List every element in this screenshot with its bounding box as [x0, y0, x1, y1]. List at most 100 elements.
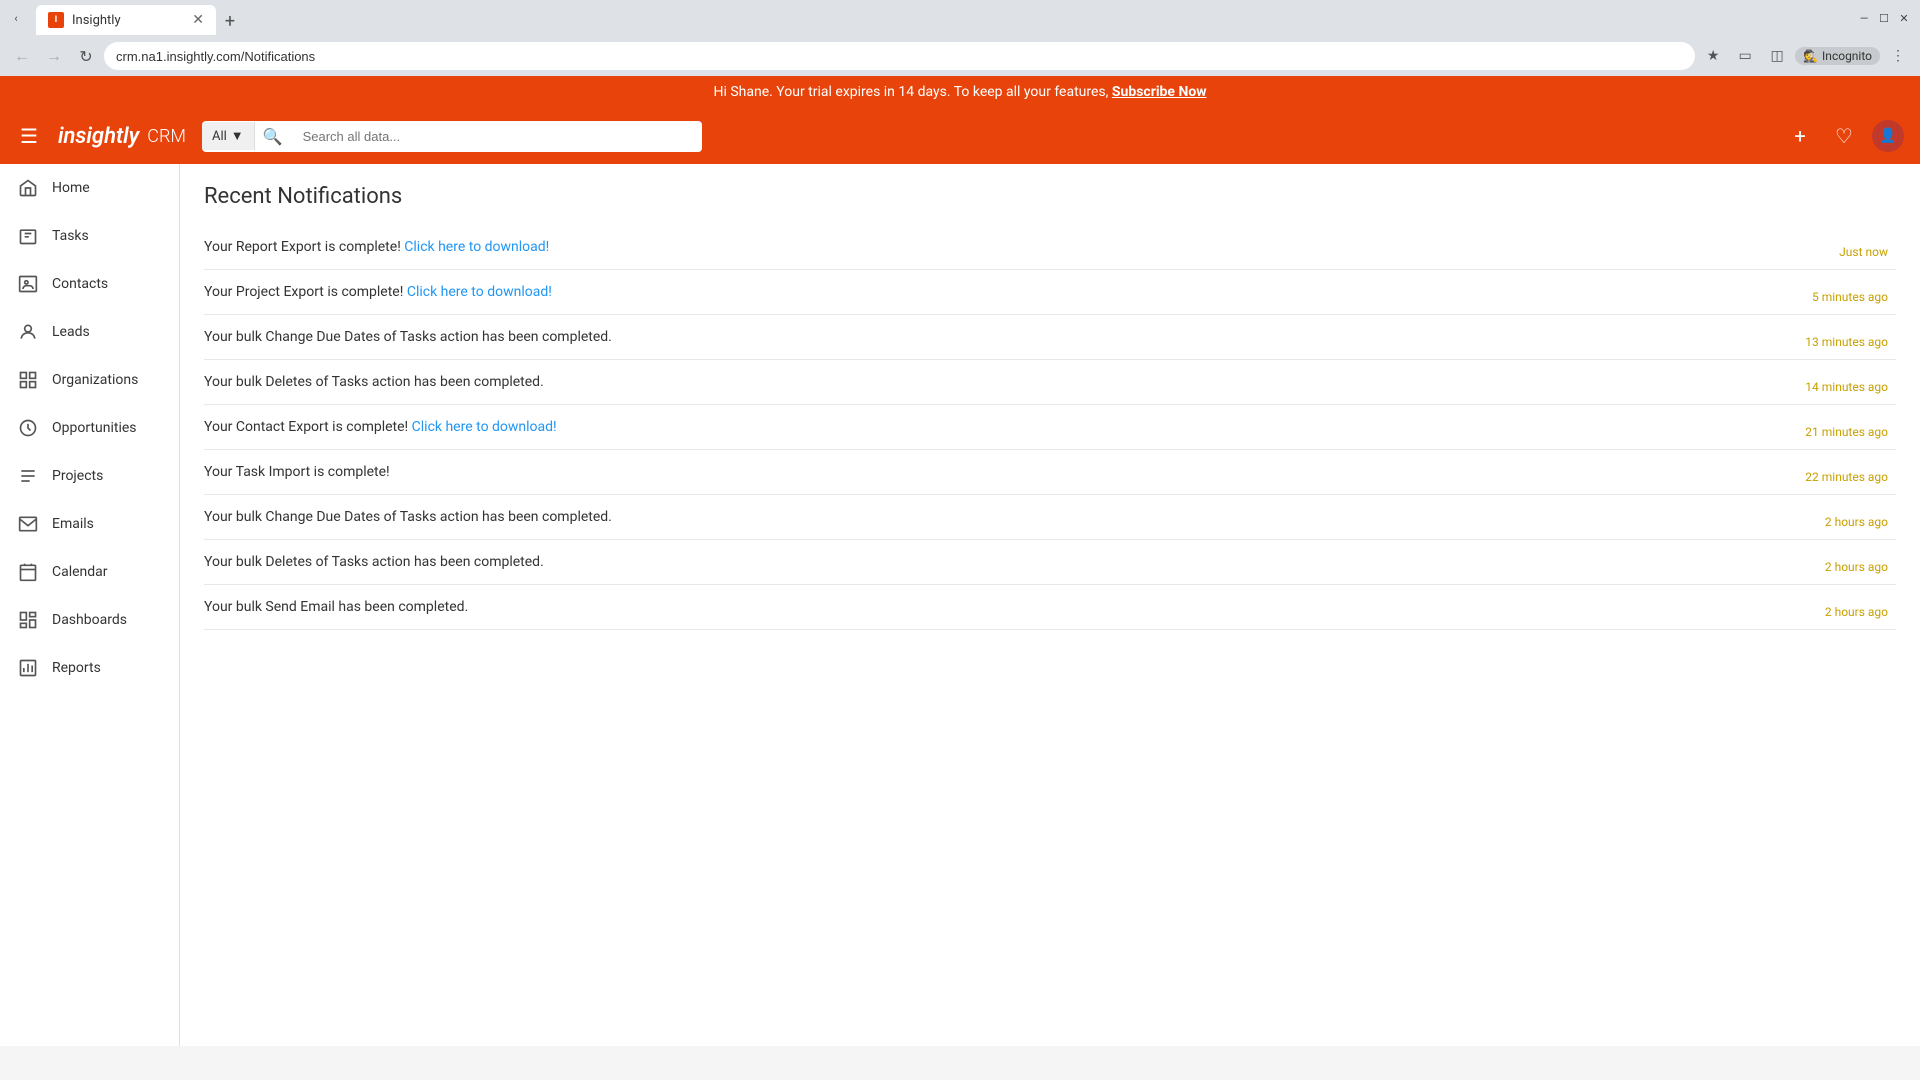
notification-text: Your Task Import is complete! — [204, 464, 1896, 480]
sidebar-label-calendar: Calendar — [52, 564, 108, 580]
search-input[interactable] — [291, 121, 702, 152]
download-link[interactable]: Click here to download! — [404, 239, 549, 255]
sidebar-label-reports: Reports — [52, 660, 101, 676]
emails-icon — [16, 512, 40, 536]
notification-item: Your bulk Deletes of Tasks action has be… — [204, 360, 1896, 405]
logo-text: insightly — [58, 124, 139, 149]
sidebar-label-projects: Projects — [52, 468, 103, 484]
search-icon: 🔍 — [255, 127, 291, 146]
tab-close-btn[interactable]: ✕ — [192, 12, 204, 28]
chevron-down-icon: ▼ — [231, 128, 244, 144]
sidebar-label-leads: Leads — [52, 324, 90, 340]
sidebar-item-leads[interactable]: Leads — [0, 308, 179, 356]
sidebar-item-dashboards[interactable]: Dashboards — [0, 596, 179, 644]
incognito-label: Incognito — [1822, 49, 1872, 63]
download-link[interactable]: Click here to download! — [407, 284, 552, 300]
notification-time: 22 minutes ago — [1805, 470, 1888, 484]
forward-btn[interactable]: → — [40, 42, 68, 70]
notification-item: Your bulk Change Due Dates of Tasks acti… — [204, 495, 1896, 540]
notifications-btn[interactable]: ♡ — [1828, 120, 1860, 152]
sidebar: Home Tasks Contacts Leads — [0, 164, 180, 1046]
browser-back-btn: ‹ — [8, 10, 24, 26]
hamburger-menu-btn[interactable]: ☰ — [16, 120, 42, 152]
contacts-icon — [16, 272, 40, 296]
close-btn[interactable]: ✕ — [1896, 10, 1912, 26]
notification-time: 2 hours ago — [1825, 515, 1888, 529]
notification-item: Your bulk Send Email has been completed.… — [204, 585, 1896, 630]
leads-icon — [16, 320, 40, 344]
bookmark-btn[interactable]: ★ — [1699, 42, 1727, 70]
home-icon — [16, 176, 40, 200]
add-btn[interactable]: + — [1784, 120, 1816, 152]
notification-time: 2 hours ago — [1825, 605, 1888, 619]
notification-item: Your Project Export is complete! Click h… — [204, 270, 1896, 315]
cast-btn[interactable]: ▭ — [1731, 42, 1759, 70]
tab-favicon: I — [48, 12, 64, 28]
notification-item: Your Task Import is complete!22 minutes … — [204, 450, 1896, 495]
sidebar-label-dashboards: Dashboards — [52, 612, 127, 628]
crm-label: CRM — [147, 126, 186, 147]
page-title: Recent Notifications — [204, 184, 1896, 209]
user-avatar[interactable]: 👤 — [1872, 120, 1904, 152]
notification-time: 21 minutes ago — [1805, 425, 1888, 439]
opportunities-icon — [16, 416, 40, 440]
notification-item: Your Contact Export is complete! Click h… — [204, 405, 1896, 450]
notifications-list: Your Report Export is complete! Click he… — [204, 225, 1896, 630]
top-nav: ☰ insightly CRM All ▼ 🔍 + ♡ 👤 — [0, 108, 1920, 164]
reload-btn[interactable]: ↻ — [72, 42, 100, 70]
logo: insightly CRM — [58, 124, 186, 149]
notification-text: Your Contact Export is complete! Click h… — [204, 419, 1896, 435]
new-tab-btn[interactable]: + — [216, 7, 244, 35]
subscribe-link[interactable]: Subscribe Now — [1112, 84, 1207, 100]
sidebar-item-emails[interactable]: Emails — [0, 500, 179, 548]
notification-text: Your Project Export is complete! Click h… — [204, 284, 1896, 300]
sidebar-item-opportunities[interactable]: Opportunities — [0, 404, 179, 452]
back-btn[interactable]: ← — [8, 42, 36, 70]
reports-icon — [16, 656, 40, 680]
sidebar-label-contacts: Contacts — [52, 276, 108, 292]
notification-item: Your bulk Change Due Dates of Tasks acti… — [204, 315, 1896, 360]
notification-time: 13 minutes ago — [1805, 335, 1888, 349]
restore-btn[interactable]: ☐ — [1876, 10, 1892, 26]
sidebar-item-reports[interactable]: Reports — [0, 644, 179, 692]
sidebar-item-tasks[interactable]: Tasks — [0, 212, 179, 260]
notification-time: 2 hours ago — [1825, 560, 1888, 574]
notification-text: Your bulk Deletes of Tasks action has be… — [204, 374, 1896, 390]
download-link[interactable]: Click here to download! — [412, 419, 557, 435]
sidebar-item-calendar[interactable]: Calendar — [0, 548, 179, 596]
notification-text: Your bulk Deletes of Tasks action has be… — [204, 554, 1896, 570]
calendar-icon — [16, 560, 40, 584]
sidebar-item-home[interactable]: Home — [0, 164, 179, 212]
search-bar: All ▼ 🔍 — [202, 121, 702, 152]
menu-btn[interactable]: ⋮ — [1884, 42, 1912, 70]
notification-text: Your bulk Change Due Dates of Tasks acti… — [204, 329, 1896, 345]
notification-item: Your bulk Deletes of Tasks action has be… — [204, 540, 1896, 585]
address-bar-input[interactable] — [104, 42, 1695, 70]
incognito-badge[interactable]: 🕵 Incognito — [1795, 47, 1880, 65]
sidebar-item-organizations[interactable]: Organizations — [0, 356, 179, 404]
notification-text: Your bulk Change Due Dates of Tasks acti… — [204, 509, 1896, 525]
tab-title: Insightly — [72, 13, 121, 28]
search-filter-dropdown[interactable]: All ▼ — [202, 122, 255, 150]
sidebar-label-tasks: Tasks — [52, 228, 89, 244]
sidebar-label-organizations: Organizations — [52, 372, 138, 388]
active-tab[interactable]: I Insightly ✕ — [36, 5, 216, 35]
extensions-btn[interactable]: ◫ — [1763, 42, 1791, 70]
top-nav-actions: + ♡ 👤 — [1784, 120, 1904, 152]
sidebar-label-emails: Emails — [52, 516, 94, 532]
notification-text: Your bulk Send Email has been completed. — [204, 599, 1896, 615]
notification-time: Just now — [1839, 245, 1888, 259]
incognito-icon: 🕵 — [1803, 49, 1818, 63]
sidebar-item-contacts[interactable]: Contacts — [0, 260, 179, 308]
trial-text: Hi Shane. Your trial expires in 14 days.… — [713, 84, 1111, 100]
minimize-btn[interactable]: — — [1856, 10, 1872, 26]
dashboards-icon — [16, 608, 40, 632]
sidebar-label-opportunities: Opportunities — [52, 420, 137, 436]
trial-banner: Hi Shane. Your trial expires in 14 days.… — [0, 76, 1920, 108]
content-area: Recent Notifications Your Report Export … — [180, 164, 1920, 1046]
tasks-icon — [16, 224, 40, 248]
projects-icon — [16, 464, 40, 488]
sidebar-item-projects[interactable]: Projects — [0, 452, 179, 500]
notification-time: 14 minutes ago — [1805, 380, 1888, 394]
notification-time: 5 minutes ago — [1812, 290, 1888, 304]
